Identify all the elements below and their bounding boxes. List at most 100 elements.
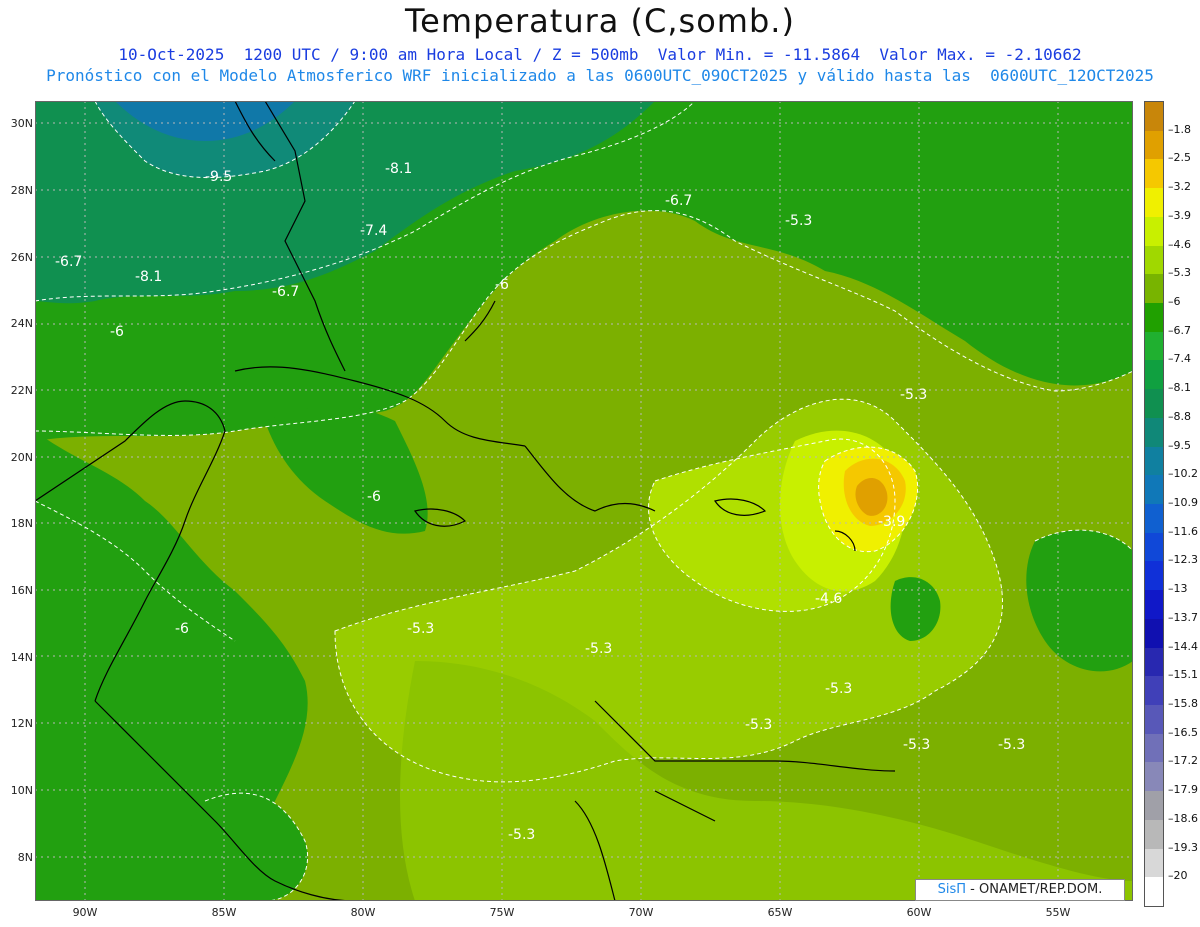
colorbar-swatch — [1145, 705, 1163, 735]
lat-label: 22N — [10, 384, 33, 397]
lon-label: 70W — [628, 906, 654, 919]
colorbar-swatch — [1145, 590, 1163, 620]
contour-label: -9.5 — [205, 169, 232, 185]
colorbar-label: –6 — [1168, 295, 1181, 308]
colorbar-swatch — [1145, 188, 1163, 218]
lat-label: 20N — [10, 451, 33, 464]
colorbar-label: –5.3 — [1168, 266, 1191, 280]
subtitle-valid-time: 10-Oct-2025 1200 UTC / 9:00 am Hora Loca… — [118, 45, 1082, 64]
lon-label: 65W — [767, 906, 793, 919]
lat-label: 26N — [10, 251, 33, 264]
colorbar-swatch — [1145, 245, 1163, 275]
colorbar-swatch — [1145, 159, 1163, 189]
chart-title: Temperatura (C,somb.) — [405, 2, 795, 40]
colorbar-label: –10.9 — [1168, 496, 1198, 509]
colorbar-label: –2.5 — [1168, 151, 1191, 165]
colorbar-swatch — [1145, 303, 1163, 333]
colorbar-swatch — [1145, 848, 1163, 878]
colorbar — [1144, 101, 1164, 907]
colorbar-swatch — [1145, 389, 1163, 419]
colorbar-label: –7.4 — [1168, 352, 1191, 366]
contour-label: -4.6 — [815, 591, 842, 607]
colorbar-label: –4.6 — [1168, 237, 1191, 251]
contour-label: -3.9 — [878, 514, 905, 530]
lat-label: 30N — [10, 117, 33, 130]
colorbar-label: –15.8 — [1168, 697, 1198, 710]
credit-brand: SisΠ — [937, 882, 967, 897]
colorbar-label: –20 — [1168, 869, 1188, 883]
contour-label: -5.3 — [585, 641, 612, 657]
colorbar-swatch — [1145, 647, 1163, 677]
colorbar-label: –13 — [1168, 582, 1188, 596]
contour-label: -6 — [110, 324, 124, 340]
colorbar-label: –14.4 — [1168, 639, 1198, 653]
colorbar-swatch — [1145, 733, 1163, 763]
colorbar-label: –3.9 — [1168, 208, 1191, 222]
lon-label: 80W — [350, 906, 376, 919]
colorbar-swatch — [1145, 216, 1163, 247]
colorbar-label: –15.1 — [1168, 668, 1198, 682]
colorbar-label: –13.7 — [1168, 610, 1198, 624]
contour-label: -5.3 — [903, 737, 930, 753]
colorbar-label: –8.1 — [1168, 381, 1191, 395]
lat-label: 28N — [10, 184, 33, 197]
contour-label: -5.3 — [508, 827, 535, 843]
contour-label: -5.3 — [745, 717, 772, 733]
colorbar-swatch — [1145, 504, 1163, 534]
colorbar-swatch — [1145, 791, 1163, 821]
contour-label: -5.3 — [407, 621, 434, 637]
colorbar-label: –3.2 — [1168, 180, 1191, 194]
colorbar-label: –16.5 — [1168, 725, 1198, 739]
lat-label: 18N — [10, 517, 33, 530]
contour-label: -6 — [495, 277, 509, 293]
credit-text: - ONAMET/REP.DOM. — [966, 882, 1103, 897]
lon-label: 85W — [211, 906, 237, 919]
subtitle-model-info: Pronóstico con el Modelo Atmosferico WRF… — [46, 66, 1154, 85]
contour-label: -6 — [367, 489, 381, 505]
contour-label: -6 — [175, 621, 189, 637]
colorbar-swatch — [1145, 446, 1163, 476]
colorbar-swatch — [1145, 102, 1163, 132]
colorbar-swatch — [1145, 360, 1163, 390]
lon-label: 55W — [1045, 906, 1071, 919]
lat-label: 16N — [10, 584, 33, 597]
contour-label: -7.4 — [360, 223, 387, 239]
colorbar-swatch — [1145, 331, 1163, 361]
credit-box: SisΠ - ONAMET/REP.DOM. — [915, 879, 1125, 901]
colorbar-label: –17.2 — [1168, 754, 1198, 768]
colorbar-swatch — [1145, 274, 1163, 304]
contour-label: -5.3 — [900, 387, 927, 403]
colorbar-label: –1.8 — [1168, 122, 1191, 136]
contour-label: -6.7 — [665, 193, 692, 209]
colorbar-swatch — [1145, 819, 1163, 850]
lat-label: 12N — [10, 717, 33, 730]
colorbar-swatch — [1145, 130, 1163, 160]
lat-label: 10N — [10, 784, 33, 797]
colorbar-swatch — [1145, 877, 1163, 907]
colorbar-label: –12.3 — [1168, 553, 1198, 567]
lon-label: 60W — [906, 906, 932, 919]
colorbar-label: –17.9 — [1168, 783, 1198, 797]
colorbar-swatch — [1145, 532, 1163, 562]
contour-label: -8.1 — [385, 161, 412, 177]
colorbar-swatch — [1145, 618, 1163, 649]
contour-label: -6.7 — [272, 284, 299, 300]
colorbar-swatch — [1145, 762, 1163, 792]
colorbar-label: –18.6 — [1168, 811, 1198, 825]
lon-label: 75W — [489, 906, 515, 919]
colorbar-swatch — [1145, 417, 1163, 448]
lat-label: 14N — [10, 651, 33, 664]
contour-label: -5.3 — [998, 737, 1025, 753]
contour-label: -5.3 — [825, 681, 852, 697]
contour-label: -5.3 — [785, 213, 812, 229]
colorbar-label: –9.5 — [1168, 438, 1191, 452]
lon-label: 90W — [72, 906, 98, 919]
colorbar-swatch — [1145, 561, 1163, 591]
colorbar-label: –6.7 — [1168, 323, 1191, 337]
colorbar-label: –8.8 — [1168, 409, 1191, 423]
colorbar-swatch — [1145, 475, 1163, 505]
temperature-map: -9.5 -8.1 -6.7 -8.1 -7.4 -6.7 -6.7 -6 -6… — [35, 101, 1133, 901]
contour-label: -8.1 — [135, 269, 162, 285]
colorbar-label: –11.6 — [1168, 524, 1198, 538]
colorbar-label: –10.2 — [1168, 467, 1198, 481]
